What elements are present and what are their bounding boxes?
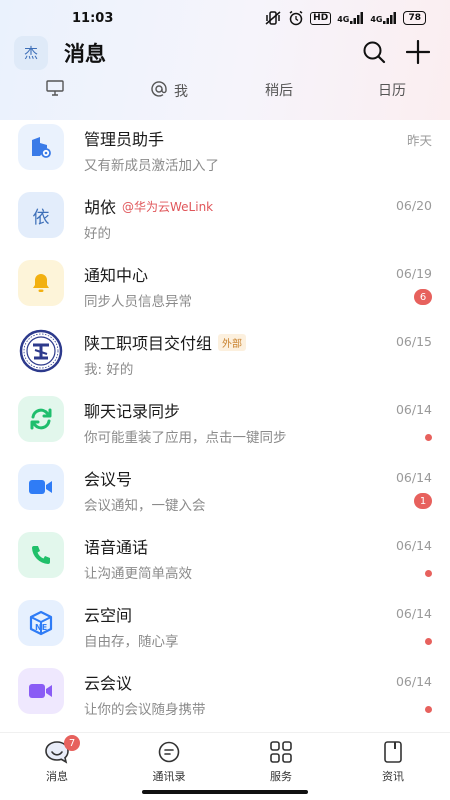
unread-dot [425,434,432,441]
conversation-preview: 让沟通更简单高效 [84,566,192,582]
cloud-space-icon: NE [18,600,64,646]
signal-2: 4G [370,12,397,24]
svg-text:NE: NE [35,623,47,632]
conversation-project-group[interactable]: 陕工职项目交付组 外部 我: 好的 06/15 [0,324,450,392]
tab-desktop[interactable] [46,80,64,100]
conversation-preview: 好的 [84,226,111,242]
conversation-cloud-meeting[interactable]: 云会议 让你的会议随身携带 06/14 [0,664,450,732]
conversation-preview: 同步人员信息异常 [84,294,192,310]
filter-tabs: 我 稍后 日历 [0,78,450,104]
signal-bars-icon [383,12,397,24]
nav-messages[interactable]: 7 消息 [12,735,102,784]
conversation-preview: 你可能重装了应用，点击一键同步 [84,430,287,446]
conversation-chat-sync[interactable]: 聊天记录同步 你可能重装了应用，点击一键同步 06/14 [0,392,450,460]
chat-icon: 7 [44,735,80,765]
conversation-name: 管理员助手 [84,130,165,149]
conversation-date: 06/14 [395,538,432,553]
conversation-date: 06/14 [395,402,432,417]
avatar: 依 [18,192,64,238]
conversation-name: 云空间 [84,606,133,625]
app-header: 杰 消息 [0,36,450,70]
conversation-preview: 会议通知，一键入会 [84,498,206,514]
nav-label: 消息 [46,770,68,783]
conversation-preview: 又有新成员激活加入了 [84,158,219,174]
conversation-preview: 让你的会议随身携带 [84,702,206,718]
nav-label: 通讯录 [152,770,186,783]
conversation-admin-assistant[interactable]: 管理员助手 又有新成员激活加入了 昨天 [0,120,450,188]
mention-label: @华为云WeLink [122,199,214,214]
signal-1: 4G [337,12,364,24]
nav-news[interactable]: 资讯 [348,739,438,784]
hd-badge: HD [310,11,332,25]
unread-count-badge: 6 [414,289,432,305]
tab-calendar-label: 日历 [378,83,406,99]
tab-calendar[interactable]: 日历 [378,80,406,100]
phone-icon [18,532,64,578]
tab-later-label: 稍后 [265,83,293,99]
conversation-notification-center[interactable]: 通知中心 同步人员信息异常 06/19 6 [0,256,450,324]
at-icon [150,80,168,102]
conversation-name: 云会议 [84,674,133,693]
news-icon [380,739,406,765]
nav-label: 服务 [270,770,292,783]
home-indicator[interactable] [142,790,308,794]
battery-indicator: 78 [403,11,426,25]
unread-count-badge: 1 [414,493,432,509]
vibrate-off-icon [264,10,282,26]
tab-mentions[interactable]: 我 [150,80,188,102]
conversation-name: 聊天记录同步 [84,402,181,421]
conversation-name: 通知中心 [84,266,149,285]
conversation-date: 06/19 [395,266,432,281]
alarm-icon [288,10,304,26]
status-bar: 11:03 HD 4G 4G 78 [0,0,450,36]
unread-dot [425,638,432,645]
signal-bars-icon [350,12,364,24]
unread-dot [425,570,432,577]
unread-dot [425,706,432,713]
conversation-voice-call[interactable]: 语音通话 让沟通更简单高效 06/14 [0,528,450,596]
conversation-cloud-space[interactable]: NE 云空间 自由存，随心享 06/14 [0,596,450,664]
conversation-name: 陕工职项目交付组 外部 [84,330,247,354]
sync-icon [18,396,64,442]
status-time: 11:03 [72,11,114,26]
conversation-preview: 自由存，随心享 [84,634,179,650]
cloud-meeting-icon [18,668,64,714]
conversation-preview: 我: 好的 [84,362,134,378]
nav-contacts[interactable]: 通讯录 [124,739,214,784]
nav-services[interactable]: 服务 [236,739,326,784]
status-icons: HD 4G 4G 78 [264,10,426,26]
video-icon [18,464,64,510]
conversation-date: 06/15 [395,334,432,349]
nav-unread-badge: 7 [64,735,80,751]
conversation-hu-yi[interactable]: 依 胡依 @华为云WeLink 好的 06/20 [0,188,450,256]
conversation-date: 06/14 [395,606,432,621]
external-tag: 外部 [218,333,247,351]
search-icon[interactable] [362,40,386,68]
conversation-date: 06/20 [395,198,432,213]
nav-label: 资讯 [382,770,404,783]
tab-later[interactable]: 稍后 [265,80,293,100]
net-type-1: 4G [337,15,350,24]
bell-icon [18,260,64,306]
add-icon[interactable] [405,39,431,68]
conversation-name: 胡依 @华为云WeLink [84,198,214,217]
conversation-date: 昨天 [406,133,432,148]
conversation-name: 语音通话 [84,538,149,557]
school-seal-icon [18,328,64,374]
net-type-2: 4G [370,15,383,24]
monitor-icon [46,80,64,100]
my-avatar[interactable]: 杰 [14,36,48,70]
conversation-name: 会议号 [84,470,133,489]
tab-mentions-label: 我 [174,84,188,100]
contacts-icon [156,739,182,765]
page-title: 消息 [64,42,106,66]
admin-assistant-icon [18,124,64,170]
conversation-date: 06/14 [395,674,432,689]
conversation-meeting-id[interactable]: 会议号 会议通知，一键入会 06/14 1 [0,460,450,528]
grid-icon [268,739,294,765]
conversation-date: 06/14 [395,470,432,485]
